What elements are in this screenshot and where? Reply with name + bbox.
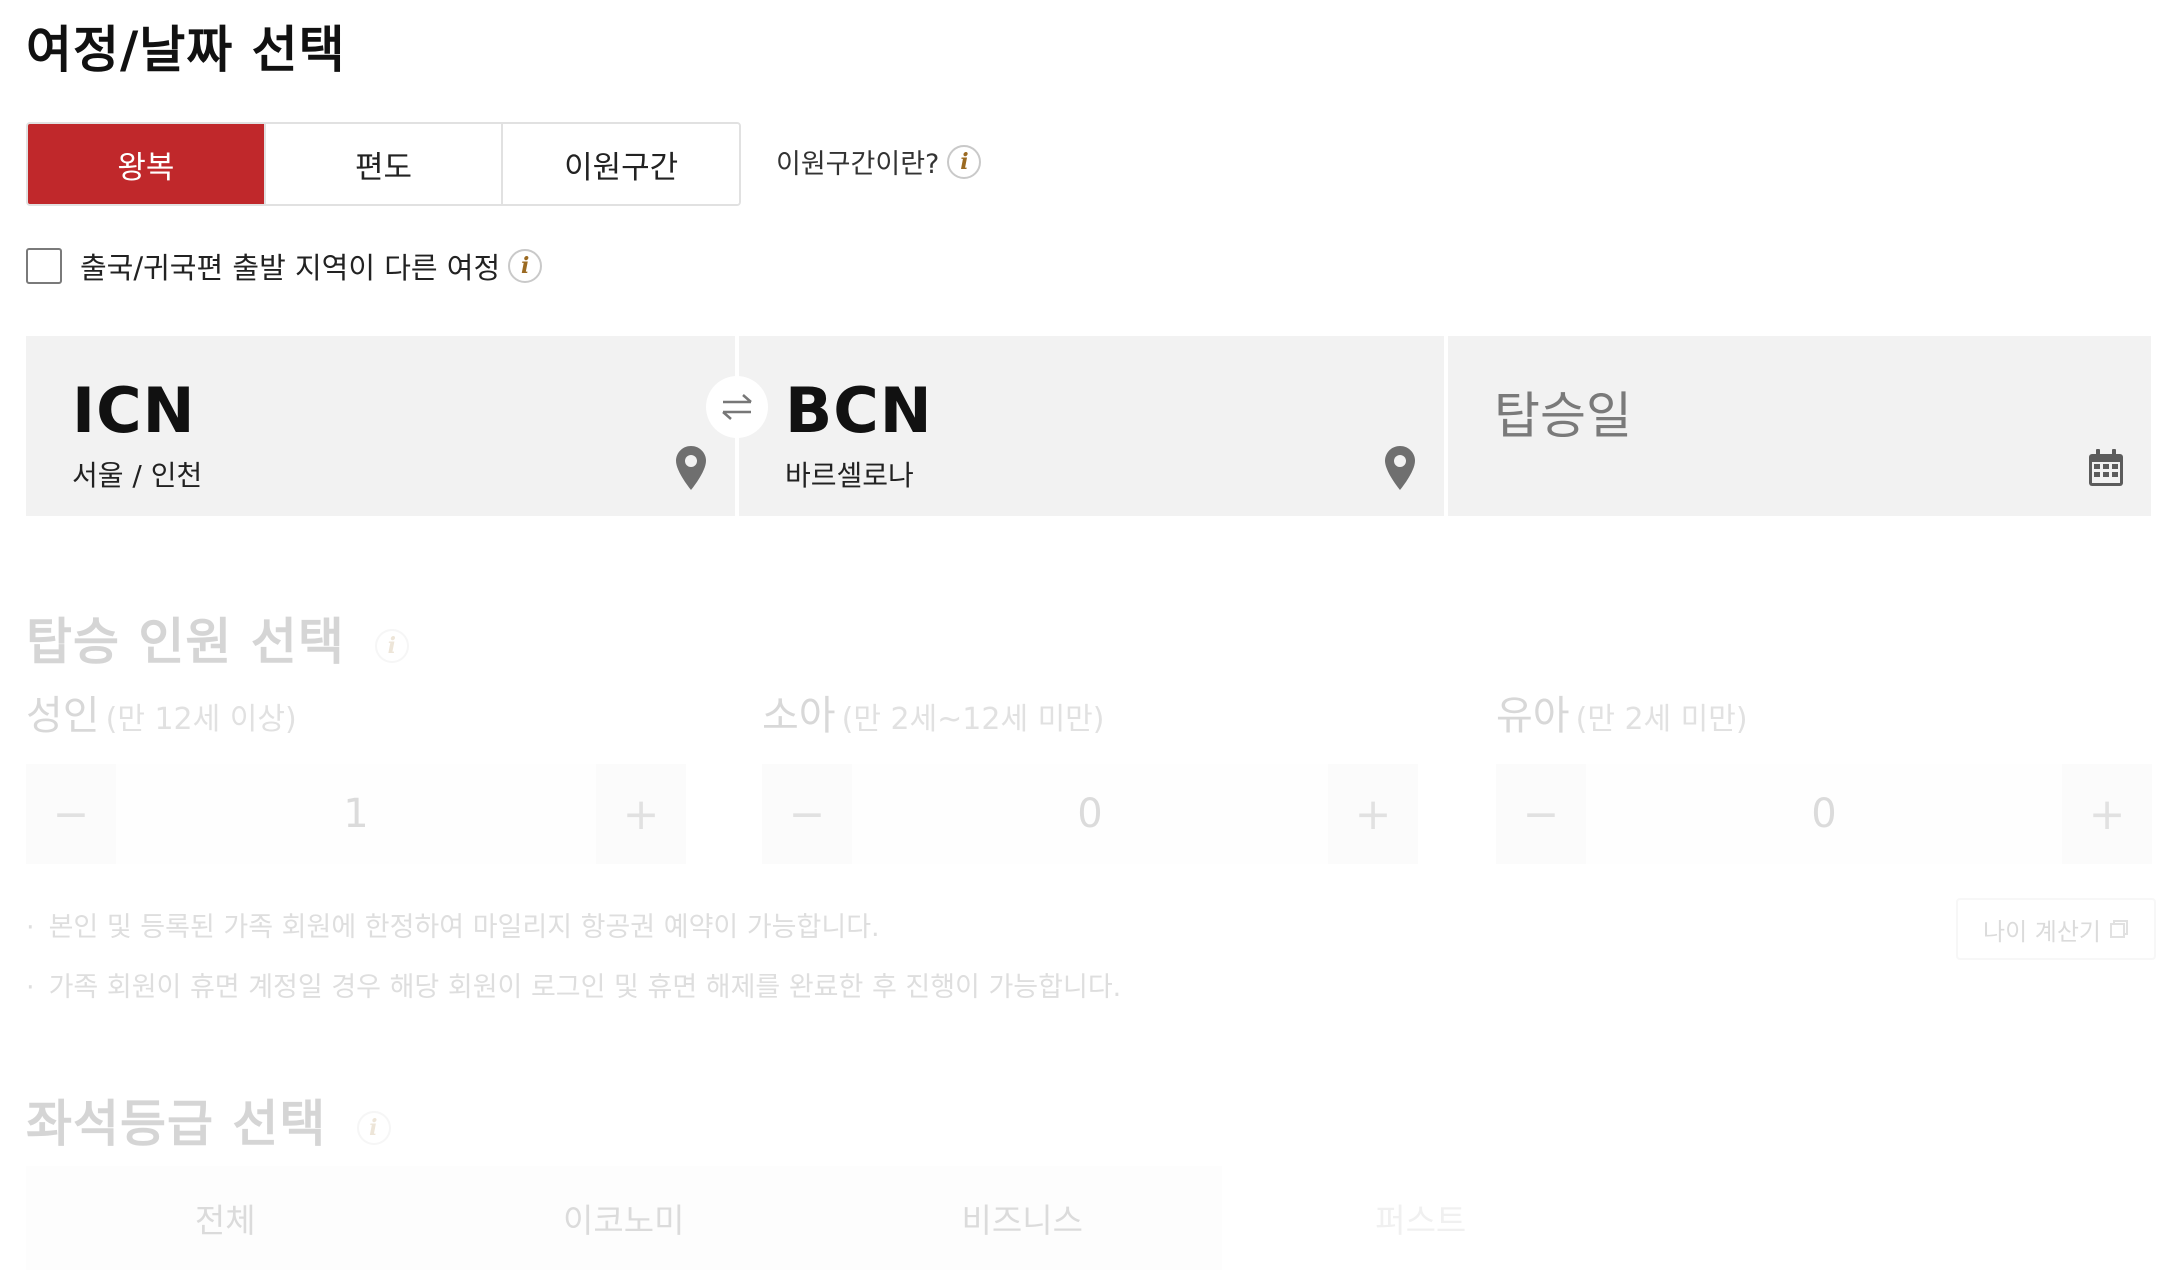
seat-class-options: 전체 이코노미 비즈니스 퍼스트 xyxy=(26,1166,1620,1270)
info-icon[interactable]: i xyxy=(375,628,410,663)
itinerary-section-title: 여정/날짜 선택 xyxy=(26,21,346,79)
destination-field[interactable]: BCN 바르셀로나 xyxy=(739,336,1444,516)
child-age-range: (만 2세~12세 미만) xyxy=(841,702,1105,737)
infant-age-range: (만 2세 미만) xyxy=(1575,702,1748,737)
origin-code: ICN xyxy=(72,374,196,447)
multi-segment-help-label: 이원구간이란? xyxy=(776,149,940,180)
passenger-notes: 본인 및 등록된 가족 회원에 한정하여 마일리지 항공권 예약이 가능합니다.… xyxy=(26,898,1122,1018)
seat-option-business[interactable]: 비즈니스 xyxy=(823,1166,1222,1270)
tab-one-way[interactable]: 편도 xyxy=(265,124,504,204)
adult-increase-button[interactable]: + xyxy=(596,764,686,864)
seat-option-all[interactable]: 전체 xyxy=(26,1166,425,1270)
child-decrease-button[interactable]: − xyxy=(762,764,852,864)
origin-city: 서울 / 인천 xyxy=(72,459,203,492)
infant-label-text: 유아 xyxy=(1496,693,1570,739)
different-origin-label: 출국/귀국편 출발 지역이 다른 여정 xyxy=(80,251,501,285)
tab-multi-segment[interactable]: 이원구간 xyxy=(503,124,739,204)
info-icon[interactable]: i xyxy=(356,1110,391,1145)
child-count: 0 xyxy=(852,764,1328,864)
departure-date-field[interactable]: 탑승일 xyxy=(1448,336,2151,516)
map-pin-icon xyxy=(1385,446,1415,490)
seat-class-section-title-text: 좌석등급 선택 xyxy=(26,1095,327,1153)
child-label-text: 소아 xyxy=(762,693,836,739)
seat-class-section-title: 좌석등급 선택 i xyxy=(26,1084,391,1156)
swap-route-button[interactable] xyxy=(706,376,768,438)
seat-option-first[interactable]: 퍼스트 xyxy=(1221,1166,1620,1270)
destination-code: BCN xyxy=(785,374,933,447)
popup-window-icon xyxy=(2110,920,2129,938)
trip-type-tabs: 왕복 편도 이원구간 xyxy=(26,122,741,206)
map-pin-icon xyxy=(676,446,706,490)
different-origin-option: 출국/귀국편 출발 지역이 다른 여정 i xyxy=(26,245,543,287)
tab-round-trip[interactable]: 왕복 xyxy=(28,124,266,204)
passenger-section-title: 탑승 인원 선택 i xyxy=(26,602,410,674)
age-calculator-button[interactable]: 나이 계산기 xyxy=(1956,898,2156,960)
adult-label: 성인 (만 12세 이상) xyxy=(26,683,297,741)
info-icon[interactable]: i xyxy=(947,144,982,179)
adult-label-text: 성인 xyxy=(26,693,100,739)
child-stepper: − 0 + xyxy=(762,764,1418,864)
infant-decrease-button[interactable]: − xyxy=(1496,764,1586,864)
child-increase-button[interactable]: + xyxy=(1328,764,1418,864)
info-icon[interactable]: i xyxy=(508,249,543,283)
passenger-section-title-text: 탑승 인원 선택 xyxy=(26,613,345,671)
infant-increase-button[interactable]: + xyxy=(2062,764,2152,864)
multi-segment-help[interactable]: 이원구간이란? i xyxy=(776,142,982,181)
infant-label: 유아 (만 2세 미만) xyxy=(1496,683,1748,741)
origin-field[interactable]: ICN 서울 / 인천 xyxy=(26,336,735,516)
swap-arrows-icon xyxy=(722,394,752,420)
infant-stepper: − 0 + xyxy=(1496,764,2152,864)
departure-date-placeholder: 탑승일 xyxy=(1494,387,1632,445)
note-item: 본인 및 등록된 가족 회원에 한정하여 마일리지 항공권 예약이 가능합니다. xyxy=(26,898,1121,958)
adult-age-range: (만 12세 이상) xyxy=(105,702,297,737)
note-item: 가족 회원이 휴면 계정일 경우 해당 회원이 로그인 및 휴면 해제를 완료한… xyxy=(26,958,1122,1018)
destination-city: 바르셀로나 xyxy=(785,459,914,492)
calendar-icon xyxy=(2089,449,2123,486)
child-label: 소아 (만 2세~12세 미만) xyxy=(762,683,1105,741)
adult-decrease-button[interactable]: − xyxy=(26,764,116,864)
adult-stepper: − 1 + xyxy=(26,764,686,864)
infant-count: 0 xyxy=(1586,764,2062,864)
seat-option-economy[interactable]: 이코노미 xyxy=(425,1166,824,1270)
adult-count: 1 xyxy=(116,764,596,864)
different-origin-checkbox[interactable] xyxy=(26,248,62,284)
age-calculator-label: 나이 계산기 xyxy=(1982,917,2102,946)
